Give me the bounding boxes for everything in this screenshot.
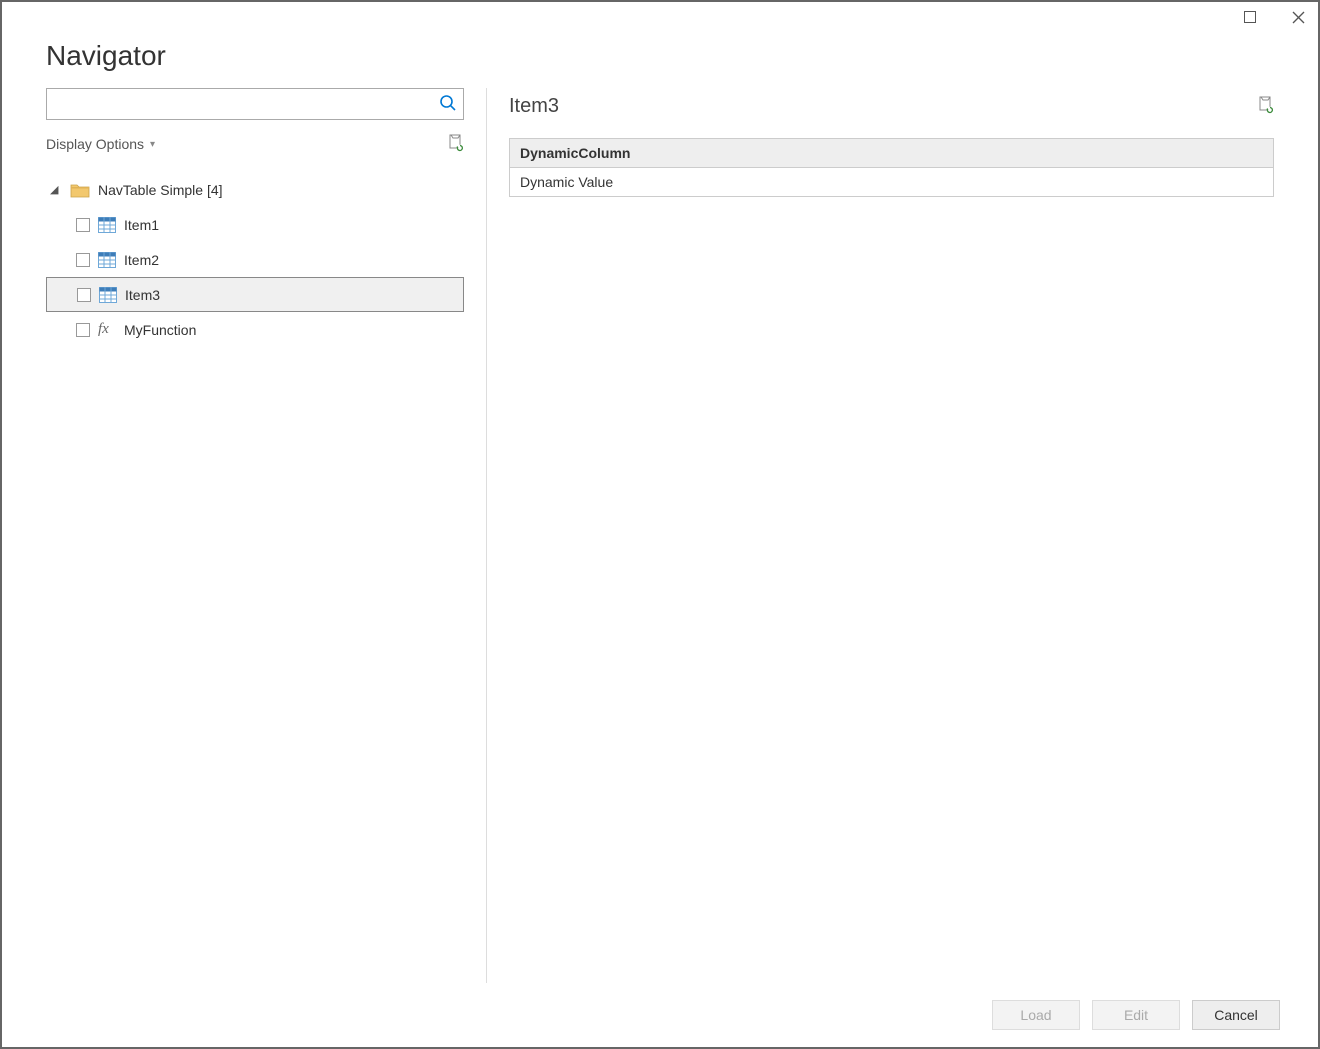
preview-pane: Item3 DynamicColumn Dynamic Value — [487, 88, 1274, 983]
navigator-dialog: Navigator Display Options ▾ — [0, 0, 1320, 1049]
dialog-title: Navigator — [2, 32, 1318, 88]
checkbox[interactable] — [76, 218, 90, 232]
refresh-icon[interactable] — [448, 134, 464, 155]
display-options-dropdown[interactable]: Display Options ▾ — [46, 136, 155, 152]
table-icon — [98, 252, 116, 268]
search-box[interactable] — [46, 88, 464, 120]
tree-item-label: Item1 — [124, 217, 159, 233]
tree-item-label: MyFunction — [124, 322, 196, 338]
preview-table: DynamicColumn Dynamic Value — [509, 138, 1274, 197]
navigator-tree: ◢ NavTable Simple [4] Item1 — [46, 172, 464, 347]
dialog-footer: Load Edit Cancel — [2, 983, 1318, 1047]
column-header[interactable]: DynamicColumn — [510, 139, 1274, 168]
chevron-down-icon: ▾ — [150, 139, 155, 150]
close-icon — [1292, 11, 1305, 24]
left-pane: Display Options ▾ ◢ NavTable Simple [4] — [46, 88, 486, 983]
cancel-button[interactable]: Cancel — [1192, 1000, 1280, 1030]
tree-item-label: Item2 — [124, 252, 159, 268]
table-cell: Dynamic Value — [510, 168, 1274, 197]
collapse-icon[interactable]: ◢ — [50, 183, 62, 196]
checkbox[interactable] — [76, 253, 90, 267]
search-icon[interactable] — [439, 94, 457, 115]
search-input[interactable] — [55, 95, 439, 113]
tree-item-item3[interactable]: Item3 — [46, 277, 464, 312]
maximize-icon — [1244, 11, 1256, 23]
content-area: Display Options ▾ ◢ NavTable Simple [4] — [2, 88, 1318, 983]
function-icon: fx — [98, 321, 116, 338]
table-row[interactable]: Dynamic Value — [510, 168, 1274, 197]
table-icon — [98, 217, 116, 233]
tree-root-node[interactable]: ◢ NavTable Simple [4] — [46, 172, 464, 207]
table-icon — [99, 287, 117, 303]
tree-item-item1[interactable]: Item1 — [46, 207, 464, 242]
edit-button[interactable]: Edit — [1092, 1000, 1180, 1030]
checkbox[interactable] — [77, 288, 91, 302]
checkbox[interactable] — [76, 323, 90, 337]
refresh-preview-icon[interactable] — [1258, 96, 1274, 117]
maximize-button[interactable] — [1236, 3, 1264, 31]
table-header-row: DynamicColumn — [510, 139, 1274, 168]
preview-header: Item3 — [509, 88, 1274, 124]
tree-item-myfunction[interactable]: fx MyFunction — [46, 312, 464, 347]
tree-item-item2[interactable]: Item2 — [46, 242, 464, 277]
close-button[interactable] — [1284, 3, 1312, 31]
tree-root-label: NavTable Simple [4] — [98, 182, 223, 198]
display-options-row: Display Options ▾ — [46, 124, 464, 164]
folder-icon — [70, 182, 90, 198]
tree-item-label: Item3 — [125, 287, 160, 303]
display-options-label: Display Options — [46, 136, 144, 152]
preview-title: Item3 — [509, 95, 559, 118]
titlebar — [2, 2, 1318, 32]
load-button[interactable]: Load — [992, 1000, 1080, 1030]
